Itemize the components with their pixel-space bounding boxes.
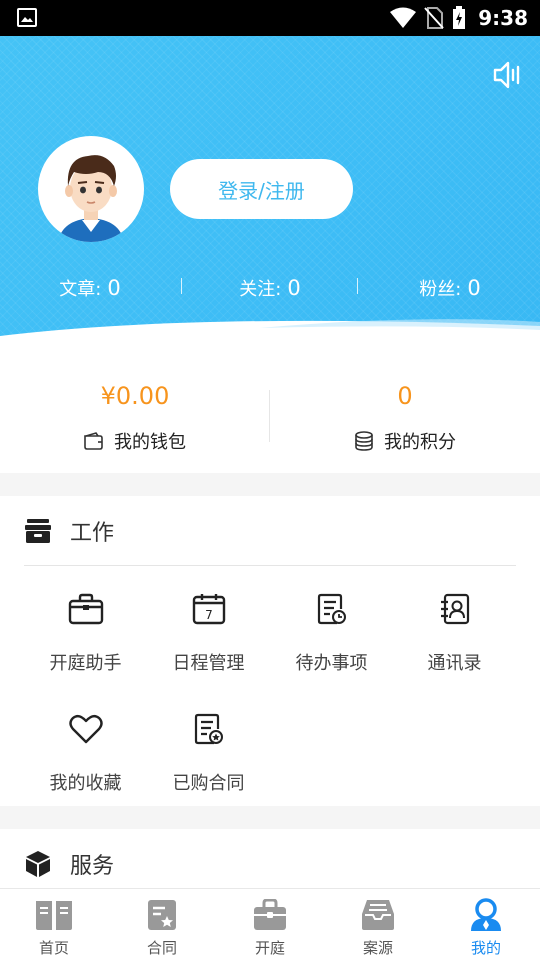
work-item-court-assistant[interactable]: 开庭助手 bbox=[24, 581, 147, 701]
tab-cases[interactable]: 案源 bbox=[324, 889, 432, 960]
briefcase-icon bbox=[254, 899, 286, 930]
work-box-icon bbox=[25, 519, 51, 543]
work-title: 工作 bbox=[70, 521, 115, 546]
stat-divider bbox=[357, 278, 358, 294]
profile-stats: 文章: 0 关注: 0 粉丝: 0 bbox=[0, 272, 540, 304]
work-item-purchased-contracts[interactable]: 已购合同 bbox=[147, 701, 270, 821]
work-header: 工作 bbox=[24, 513, 114, 549]
stat-label: 文章: bbox=[59, 279, 102, 300]
wallet-divider bbox=[269, 390, 270, 442]
stat-value: 0 bbox=[287, 276, 301, 300]
image-icon bbox=[17, 8, 37, 27]
tab-contract[interactable]: 合同 bbox=[108, 889, 216, 960]
tab-label: 开庭 bbox=[254, 939, 285, 957]
stat-label: 关注: bbox=[239, 279, 282, 300]
book-icon bbox=[36, 901, 72, 930]
work-item-label: 通讯录 bbox=[427, 653, 482, 674]
wallet-icon bbox=[84, 432, 103, 450]
stat-value: 0 bbox=[107, 276, 121, 300]
tab-label: 首页 bbox=[38, 939, 69, 957]
work-item-favorites[interactable]: 我的收藏 bbox=[24, 701, 147, 821]
tab-label: 我的 bbox=[470, 939, 501, 957]
stat-label: 粉丝: bbox=[419, 279, 462, 300]
service-section: 服务 bbox=[0, 829, 540, 889]
tab-label: 合同 bbox=[146, 939, 177, 957]
work-item-label: 已购合同 bbox=[172, 773, 245, 794]
tab-court[interactable]: 开庭 bbox=[216, 889, 324, 960]
avatar[interactable] bbox=[38, 136, 144, 242]
service-header: 服务 bbox=[24, 846, 114, 882]
wallet-section: ¥0.00 我的钱包 0 我的积分 bbox=[0, 356, 540, 473]
clock: 9:38 bbox=[478, 6, 528, 30]
cube-icon bbox=[26, 851, 50, 877]
tab-label: 案源 bbox=[362, 939, 393, 957]
contract-icon bbox=[194, 713, 223, 745]
svg-text:7: 7 bbox=[205, 608, 213, 622]
stat-followers[interactable]: 粉丝: 0 bbox=[360, 272, 540, 304]
points-value: 0 bbox=[397, 382, 413, 410]
heart-icon bbox=[68, 714, 103, 744]
avatar-illustration bbox=[58, 155, 124, 242]
header-wave bbox=[0, 319, 540, 356]
inbox-icon bbox=[362, 900, 394, 930]
calendar-icon: 7 bbox=[192, 594, 225, 625]
battery-charging-icon bbox=[453, 6, 466, 29]
work-item-label: 开庭助手 bbox=[49, 653, 122, 674]
service-title: 服务 bbox=[70, 854, 115, 879]
stat-value: 0 bbox=[467, 276, 481, 300]
bottom-tab-bar: 首页 合同 开庭 案源 我的 bbox=[0, 888, 540, 960]
contract-star-icon bbox=[148, 900, 176, 930]
contacts-icon bbox=[440, 593, 469, 625]
wifi-icon bbox=[390, 7, 417, 28]
stat-divider bbox=[181, 278, 182, 294]
tab-home[interactable]: 首页 bbox=[0, 889, 108, 960]
stat-articles[interactable]: 文章: 0 bbox=[0, 272, 180, 304]
work-item-label: 我的收藏 bbox=[49, 773, 122, 794]
work-section: 工作 开庭助手 7 日程管理 待办事项 通讯录 我的收藏 已购合同 bbox=[0, 496, 540, 806]
login-register-button[interactable]: 登录/注册 bbox=[170, 159, 353, 219]
tab-mine[interactable]: 我的 bbox=[432, 889, 540, 960]
profile-header: 登录/注册 文章: 0 关注: 0 粉丝: 0 bbox=[0, 36, 540, 356]
person-icon bbox=[471, 898, 501, 931]
work-item-schedule[interactable]: 7 日程管理 bbox=[147, 581, 270, 701]
no-sim-icon bbox=[424, 7, 444, 29]
my-points[interactable]: 0 我的积分 bbox=[270, 356, 540, 473]
work-item-label: 待办事项 bbox=[295, 653, 368, 674]
briefcase-icon bbox=[68, 593, 103, 625]
my-wallet[interactable]: ¥0.00 我的钱包 bbox=[0, 356, 270, 473]
stat-following[interactable]: 关注: 0 bbox=[180, 272, 360, 304]
wallet-label: 我的钱包 bbox=[114, 432, 186, 453]
todo-icon bbox=[317, 593, 346, 625]
work-item-label: 日程管理 bbox=[172, 653, 245, 674]
work-divider bbox=[24, 565, 516, 566]
work-item-contacts[interactable]: 通讯录 bbox=[393, 581, 516, 701]
work-item-todo[interactable]: 待办事项 bbox=[270, 581, 393, 701]
sound-icon[interactable] bbox=[492, 60, 522, 90]
work-grid: 开庭助手 7 日程管理 待办事项 通讯录 我的收藏 已购合同 bbox=[24, 581, 516, 821]
status-bar: 9:38 bbox=[0, 0, 540, 36]
coins-icon bbox=[355, 431, 373, 451]
points-label: 我的积分 bbox=[384, 432, 456, 453]
wallet-balance: ¥0.00 bbox=[100, 382, 170, 410]
